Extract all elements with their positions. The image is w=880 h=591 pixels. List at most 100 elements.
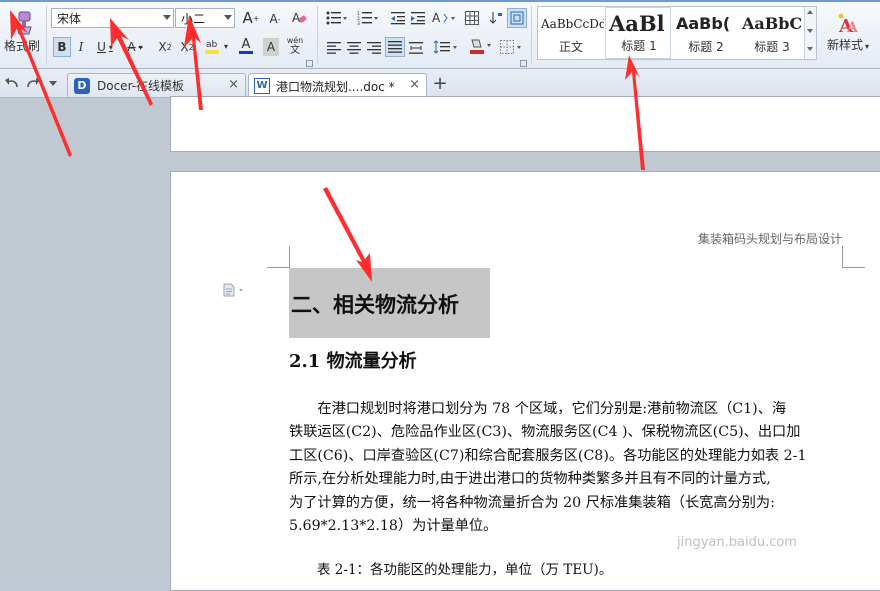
strikethrough-label: A	[127, 40, 136, 54]
new-style-icon: A A	[838, 13, 859, 34]
paragraph-dialog-launcher-icon[interactable]	[520, 60, 527, 67]
redo-button[interactable]	[24, 74, 42, 92]
style-normal[interactable]: AaBbCcDd 正文	[538, 7, 604, 59]
increase-indent-button[interactable]	[409, 9, 427, 27]
new-tab-button[interactable]: +	[430, 72, 450, 94]
justify-icon	[388, 41, 402, 53]
redo-icon	[27, 78, 40, 88]
previous-page[interactable]	[170, 96, 880, 152]
numbering-button[interactable]: 1 2 3	[354, 9, 382, 27]
style-heading-1[interactable]: AaBl 标题 1	[605, 7, 671, 59]
paint-bucket-icon	[470, 39, 491, 54]
font-dialog-launcher-icon[interactable]	[306, 60, 313, 67]
plus-icon: +	[432, 72, 448, 94]
bullets-button[interactable]	[323, 9, 351, 27]
chevron-down-icon[interactable]	[163, 15, 171, 20]
superscript-button[interactable]: X2	[155, 38, 175, 56]
line-spacing-icon	[433, 40, 457, 54]
borders-icon	[500, 40, 521, 54]
align-center-button[interactable]	[345, 39, 363, 57]
tab-document-label: 港口物流规划....doc *	[276, 79, 395, 94]
distributed-align-button[interactable]	[407, 39, 425, 57]
chevron-up-icon[interactable]	[807, 10, 813, 14]
style-heading-3-sample: AaBbC	[742, 14, 803, 33]
style-heading-1-sample: AaBl	[609, 11, 665, 36]
word-doc-icon: W	[254, 78, 270, 94]
decrease-indent-icon	[391, 12, 405, 25]
new-style-text: 新样式	[826, 37, 863, 52]
watermark: jingyan.baidu.com	[677, 535, 797, 550]
grow-font-button[interactable]: A +	[240, 9, 262, 27]
italic-button[interactable]: I	[73, 38, 89, 56]
crop-mark	[289, 246, 290, 268]
paragraph-marks-icon	[510, 11, 524, 25]
chevron-down-icon	[49, 80, 57, 86]
strikethrough-button[interactable]: A ▾	[122, 38, 148, 56]
tab-docer-templates[interactable]: D Docer-在线模板 ×	[67, 73, 246, 97]
chevron-down-icon[interactable]	[807, 29, 813, 33]
char-shading-button[interactable]: A	[263, 38, 279, 56]
svg-text:3: 3	[357, 21, 360, 25]
align-right-button[interactable]	[365, 39, 383, 57]
text-direction-button[interactable]: A	[430, 9, 460, 27]
font-name-combo[interactable]: 宋体	[51, 8, 174, 28]
heading-2[interactable]: 2.1 物流量分析	[289, 347, 417, 373]
format-painter-button[interactable]: 格式刷	[0, 4, 44, 60]
clear-format-button[interactable]: A	[289, 9, 309, 27]
align-right-icon	[367, 42, 381, 54]
highlight-button[interactable]: ab ▾	[202, 37, 230, 55]
close-icon[interactable]: ×	[228, 77, 239, 92]
document-canvas[interactable]: 集装箱码头规划与布局设计 二、相关物流分析 2.1 物流量分析 在港口规划时将港…	[0, 96, 880, 591]
font-size-combo[interactable]: 小二	[175, 8, 235, 28]
ribbon-toolbar: 格式刷 宋体 小二 A + A- A B I U ▾ A ▾ X2 X2 ab …	[0, 0, 880, 69]
subscript-button[interactable]: X2	[177, 38, 197, 56]
more-styles-icon[interactable]	[807, 47, 813, 51]
new-style-label: 新样式 ▾	[826, 37, 870, 52]
sort-button[interactable]	[487, 9, 505, 27]
justify-button[interactable]	[385, 37, 405, 57]
underline-label: U	[97, 40, 106, 54]
running-header: 集装箱码头规划与布局设计	[697, 232, 842, 246]
decrease-indent-button[interactable]	[389, 9, 407, 27]
paragraph-line: 铁联运区(C2)、危险品作业区(C3)、物流服务区(C4 )、保税物流区(C5)…	[289, 424, 801, 441]
font-color-bar	[239, 51, 253, 54]
table-button[interactable]	[463, 9, 481, 27]
separator	[317, 6, 318, 64]
quick-access-dropdown[interactable]	[46, 74, 60, 92]
paragraph-line: 所示,在分析处理能力时,由于进出港口的货物种类繁多并且有不同的计量方式,	[289, 471, 771, 488]
close-icon[interactable]: ×	[409, 77, 420, 92]
bold-button[interactable]: B	[53, 37, 71, 57]
styles-gallery: AaBbCcDd 正文 AaBl 标题 1 AaBb( 标题 2 AaBbC 标…	[537, 6, 817, 60]
superscript-label: X	[158, 40, 167, 54]
styles-gallery-scroll[interactable]	[804, 7, 816, 59]
phonetic-guide-button[interactable]: wén 文	[282, 35, 308, 57]
tab-docer-label: Docer-在线模板	[97, 79, 185, 93]
line-spacing-button[interactable]	[431, 38, 461, 56]
highlight-color-bar	[204, 50, 219, 54]
paragraph-line: 工区(C6)、口岸查验区(C7)和综合配套服务区(C8)。各功能区的处理能力如表…	[289, 447, 807, 464]
align-left-button[interactable]	[325, 39, 343, 57]
new-style-button[interactable]: A A 新样式 ▾	[820, 5, 876, 59]
char-shading-label: A	[266, 40, 276, 54]
chevron-down-icon[interactable]	[224, 15, 232, 20]
borders-button[interactable]	[498, 38, 526, 56]
show-marks-button[interactable]	[507, 8, 527, 28]
style-heading-2[interactable]: AaBb( 标题 2	[673, 7, 739, 59]
undo-button[interactable]	[3, 74, 21, 92]
font-color-button[interactable]: A	[232, 37, 260, 55]
shrink-font-label: A	[269, 12, 278, 26]
style-normal-sample: AaBbCcDd	[541, 17, 604, 31]
style-heading-3[interactable]: AaBbC 标题 3	[739, 7, 805, 59]
text-direction-icon: A	[432, 11, 455, 25]
style-heading-3-name: 标题 3	[754, 40, 790, 54]
table-caption[interactable]: 表 2-1：各功能区的处理能力，单位（万 TEU)。	[317, 558, 612, 578]
heading-1[interactable]: 二、相关物流分析	[289, 268, 490, 338]
paragraph-options-icon[interactable]	[222, 283, 248, 297]
style-heading-2-name: 标题 2	[688, 40, 724, 54]
font-color-letter: A	[241, 37, 251, 52]
shading-button[interactable]	[466, 37, 496, 55]
body-paragraph[interactable]: 在港口规划时将港口划分为 78 个区域，它们分别是:港前物流区（C1)、海 铁联…	[289, 398, 845, 538]
tab-document[interactable]: W 港口物流规划....doc * ×	[248, 73, 427, 98]
underline-button[interactable]: U ▾	[92, 38, 118, 56]
shrink-font-button[interactable]: A-	[264, 10, 286, 28]
